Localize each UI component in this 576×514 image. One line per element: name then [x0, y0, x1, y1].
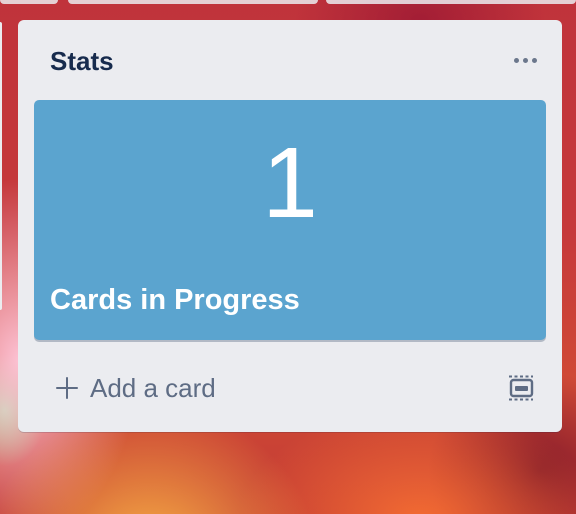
plus-icon	[54, 375, 80, 401]
list-title[interactable]: Stats	[50, 46, 114, 76]
list-menu-button[interactable]	[508, 50, 542, 70]
adjacent-list-edge	[68, 0, 318, 4]
more-horizontal-icon	[513, 57, 519, 63]
more-horizontal-icon-dot	[522, 57, 528, 63]
adjacent-list-edge	[0, 0, 58, 4]
adjacent-list-edge	[326, 0, 576, 4]
card-template-icon	[509, 375, 534, 401]
stats-list: Stats 1 Cards in Progress Add a card	[18, 20, 562, 432]
card-count-value: 1	[262, 127, 318, 239]
card-title: Cards in Progress	[50, 284, 300, 316]
create-from-template-button[interactable]	[506, 374, 536, 402]
add-card-button[interactable]: Add a card	[54, 370, 216, 406]
add-card-label: Add a card	[90, 372, 216, 403]
more-horizontal-icon-dot	[531, 57, 537, 63]
stats-card[interactable]: 1 Cards in Progress	[34, 100, 546, 340]
adjacent-list-edge	[0, 22, 2, 310]
